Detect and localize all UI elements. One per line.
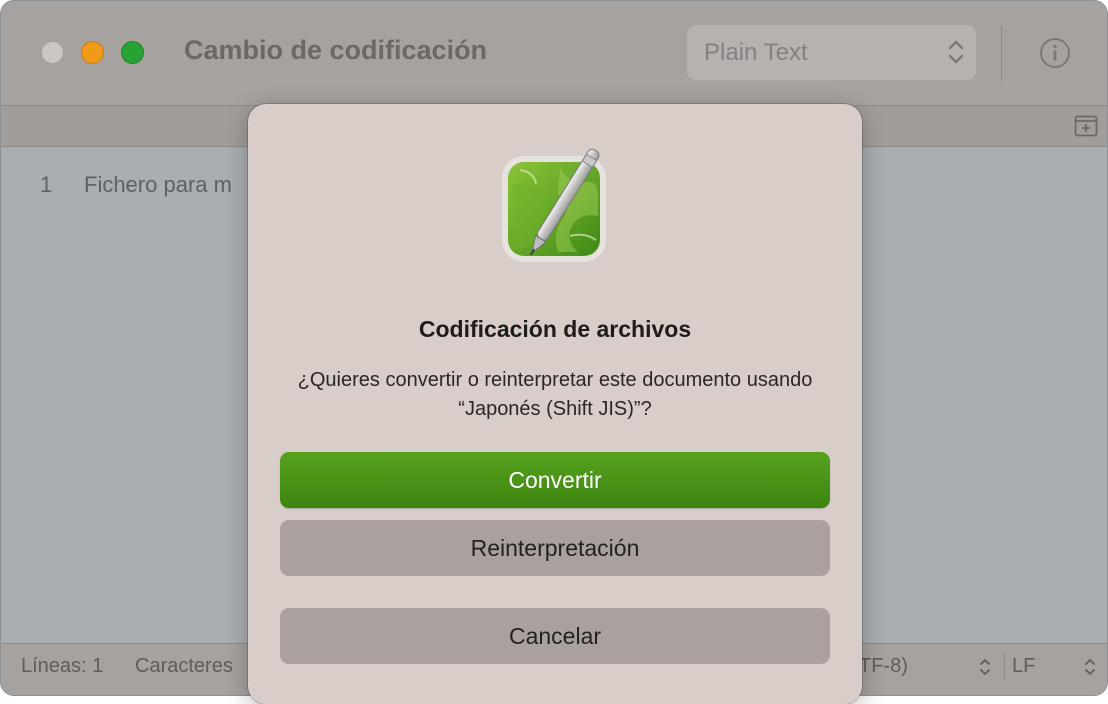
close-icon[interactable] (41, 41, 64, 64)
chevron-updown-icon (1085, 659, 1095, 675)
coteditor-app-icon (502, 148, 606, 262)
title-bar: Cambio de codificación Plain Text (1, 1, 1107, 106)
chevron-updown-icon (948, 40, 964, 64)
minimize-icon[interactable] (81, 41, 104, 64)
dialog-title: Codificación de archivos (418, 316, 692, 342)
line-number: 1 (40, 172, 53, 197)
editor-line-text[interactable]: Fichero para m (84, 172, 232, 198)
chevron-updown-icon (980, 659, 990, 675)
status-lines-count: Líneas: 1 (21, 655, 104, 677)
split-editor-icon[interactable] (1074, 115, 1098, 137)
reinterpret-button[interactable]: Reinterpretación (280, 520, 830, 576)
window-title: Cambio de codificación (184, 35, 488, 65)
convert-button[interactable]: Convertir (280, 452, 830, 508)
status-divider (1004, 653, 1005, 681)
encoding-alert-dialog: Codificación de archivos ¿Quieres conver… (248, 104, 862, 704)
dialog-message: ¿Quieres convertir o reinterpretar este … (297, 369, 813, 420)
encoding-popup[interactable]: TF-8) (859, 655, 908, 678)
line-ending-popup[interactable]: LF (1012, 655, 1035, 678)
info-icon[interactable] (1039, 37, 1071, 69)
syntax-popup-button[interactable]: Plain Text (687, 25, 976, 80)
cancel-button[interactable]: Cancelar (280, 608, 830, 664)
toolbar-divider (1001, 25, 1002, 81)
maximize-icon[interactable] (121, 41, 144, 64)
status-chars-count: Caracteres (135, 655, 233, 677)
syntax-popup-label: Plain Text (704, 39, 808, 66)
